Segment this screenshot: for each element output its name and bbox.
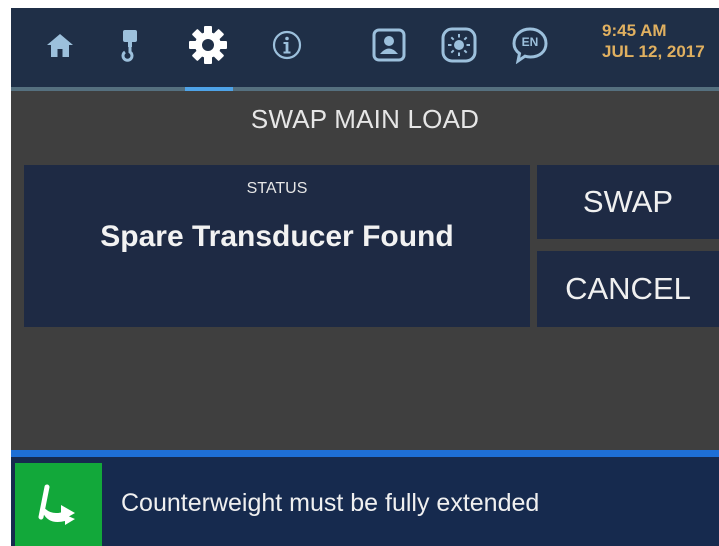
page-title: SWAP MAIN LOAD xyxy=(250,104,480,134)
topbar-divider xyxy=(11,87,719,91)
alert-divider xyxy=(11,450,719,457)
brightness-icon xyxy=(440,26,478,64)
nav-brightness-button[interactable] xyxy=(436,22,482,68)
swap-button[interactable]: SWAP xyxy=(537,165,719,239)
nav-operator-button[interactable] xyxy=(366,22,412,68)
counterweight-extend-arrow-icon xyxy=(15,463,102,546)
clock-time: 9:45 AM xyxy=(602,21,667,40)
nav-hook-button[interactable] xyxy=(107,22,153,68)
status-label: STATUS xyxy=(246,180,308,197)
screen: EN 9:45 AM JUL 12, 2017 SWAP MAIN LOAD S… xyxy=(11,8,719,546)
alert-bar: Counterweight must be fully extended xyxy=(11,457,719,546)
status-panel: STATUS Spare Transducer Found xyxy=(24,165,530,327)
info-icon xyxy=(271,29,303,61)
clock-date: JUL 12, 2017 xyxy=(602,42,705,61)
language-code: EN xyxy=(521,35,539,49)
gear-icon xyxy=(188,25,228,65)
status-value: Spare Transducer Found xyxy=(100,220,454,253)
language-icon: EN xyxy=(511,26,549,64)
nav-settings-button[interactable] xyxy=(185,22,231,68)
nav-language-button[interactable]: EN xyxy=(507,22,553,68)
home-icon xyxy=(45,30,75,60)
alert-message: Counterweight must be fully extended xyxy=(121,489,540,517)
top-nav-bar: EN 9:45 AM JUL 12, 2017 xyxy=(11,8,719,87)
active-tab-indicator xyxy=(185,87,233,91)
nav-info-button[interactable] xyxy=(264,22,310,68)
nav-home-button[interactable] xyxy=(37,22,83,68)
hook-icon xyxy=(119,28,141,62)
clock: 9:45 AM JUL 12, 2017 xyxy=(602,20,719,62)
cancel-button[interactable]: CANCEL xyxy=(537,251,719,327)
operator-icon xyxy=(371,27,407,63)
